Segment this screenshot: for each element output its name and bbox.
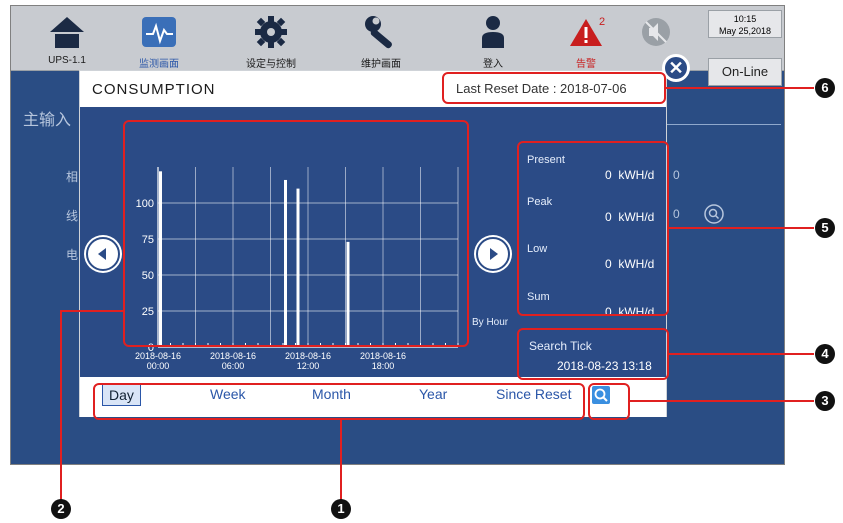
chart-x-tick-label: 2018-08-16 xyxy=(210,351,256,361)
chart-x-tick-label: 2018-08-16 xyxy=(285,351,331,361)
callout-5: 5 xyxy=(815,218,835,238)
background-char: 相 xyxy=(66,170,79,184)
callout-line xyxy=(60,310,124,312)
clock-time: 10:15 xyxy=(733,14,757,24)
chevron-right-icon xyxy=(490,248,498,260)
home-icon[interactable] xyxy=(47,14,87,50)
chart-x-tick-label: 18:00 xyxy=(372,361,395,371)
chart-highlight xyxy=(123,120,469,347)
close-icon: ✕ xyxy=(668,58,684,78)
chart-x-tick-label: 12:00 xyxy=(297,361,320,371)
clock-display: 10:15 May 25,2018 xyxy=(708,10,782,38)
chart-x-tick-label: 00:00 xyxy=(147,361,170,371)
toolbar-login-label: 登入 xyxy=(483,59,503,70)
gear-icon[interactable] xyxy=(251,14,291,50)
close-button[interactable]: ✕ xyxy=(662,54,690,82)
callout-4: 4 xyxy=(815,344,835,364)
user-icon[interactable] xyxy=(473,14,513,50)
next-button[interactable] xyxy=(476,237,510,271)
background-section-title: 主输入 xyxy=(23,112,72,129)
alarm-count-badge: 2 xyxy=(599,16,606,28)
callout-1: 1 xyxy=(331,499,351,519)
toolbar-maintenance-label: 维护画面 xyxy=(361,59,401,70)
reset-date-highlight xyxy=(442,72,666,104)
callout-line xyxy=(60,310,62,500)
clock-date: May 25,2018 xyxy=(718,26,772,36)
toolbar-monitor-label: 监测画面 xyxy=(139,59,179,70)
toolbar-alarm-label: 告警 xyxy=(576,59,596,70)
callout-6: 6 xyxy=(815,78,835,98)
status-indicator: On-Line xyxy=(708,58,782,86)
callout-line xyxy=(669,227,814,229)
callout-line xyxy=(340,420,342,500)
wrench-icon[interactable] xyxy=(361,14,401,50)
tabs-highlight xyxy=(93,383,585,420)
background-char: 线 xyxy=(66,209,79,223)
mute-icon[interactable] xyxy=(636,14,676,50)
search-tick-highlight xyxy=(517,328,669,380)
chart-x-tick-label: 2018-08-16 xyxy=(360,351,406,361)
background-char: 电 xyxy=(66,248,79,262)
toolbar-settings-label: 设定与控制 xyxy=(246,59,296,70)
background-search-icon xyxy=(704,204,724,224)
monitor-icon[interactable] xyxy=(139,14,179,50)
callout-line xyxy=(630,400,814,402)
callout-2: 2 xyxy=(51,499,71,519)
search-button-highlight xyxy=(588,383,630,420)
readings-highlight xyxy=(517,141,669,316)
chevron-left-icon xyxy=(98,248,106,260)
dialog-title: CONSUMPTION xyxy=(92,81,216,98)
chart-interval-label: By Hour xyxy=(472,317,509,328)
background-value: 0 xyxy=(673,168,680,182)
callout-3: 3 xyxy=(815,391,835,411)
chart-x-tick-label: 2018-08-16 xyxy=(135,351,181,361)
toolbar-ups-label: UPS-1.1 xyxy=(48,55,86,66)
previous-button[interactable] xyxy=(86,237,120,271)
background-value: 0 xyxy=(673,207,680,221)
callout-line xyxy=(669,353,814,355)
callout-line xyxy=(666,87,814,89)
chart-x-tick-label: 06:00 xyxy=(222,361,245,371)
